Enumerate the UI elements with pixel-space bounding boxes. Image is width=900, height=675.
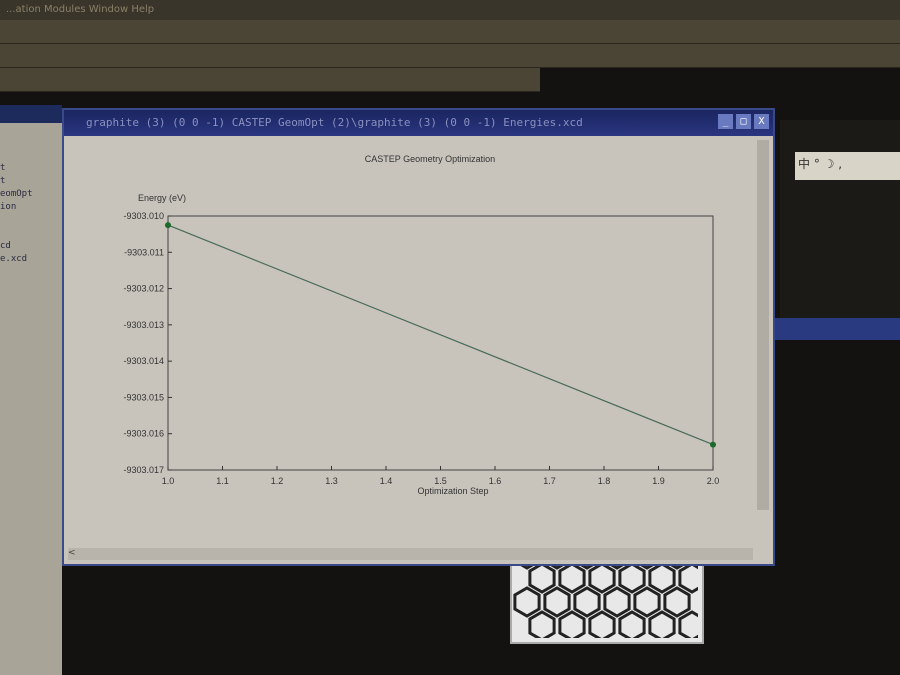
hexagon — [678, 610, 706, 642]
project-tree-item[interactable]: t — [0, 176, 62, 189]
y-tick-label: -9303.015 — [123, 392, 164, 402]
project-panel-header — [0, 105, 62, 123]
energy-line — [167, 224, 714, 446]
background-window-titlebar[interactable] — [775, 318, 900, 340]
x-tick-label: 1.4 — [380, 476, 393, 486]
y-axis-label: Energy (eV) — [138, 193, 186, 203]
right-panel — [780, 120, 900, 320]
hexagon — [573, 586, 601, 618]
data-point — [710, 441, 716, 448]
y-tick-label: -9303.011 — [124, 247, 164, 257]
maximize-button[interactable]: □ — [736, 114, 751, 129]
scroll-left-arrow[interactable]: < — [68, 548, 76, 558]
x-tick-label: 1.5 — [434, 476, 447, 486]
hexagon — [633, 586, 661, 618]
hexagon — [648, 562, 676, 594]
hexagon — [648, 610, 676, 642]
y-tick-label: -9303.016 — [123, 429, 164, 439]
x-tick-label: 1.0 — [162, 476, 175, 486]
horizontal-scrollbar[interactable]: < — [68, 548, 753, 560]
chart-title: CASTEP Geometry Optimization — [365, 154, 495, 164]
hexagon — [618, 610, 646, 642]
project-tree-item[interactable] — [0, 228, 62, 241]
project-tree-item[interactable]: e.xcd — [0, 254, 62, 267]
toolbar-3[interactable] — [0, 68, 540, 92]
x-tick-label: 1.9 — [652, 476, 665, 486]
toolbar-2[interactable] — [0, 44, 900, 68]
x-tick-label: 1.3 — [325, 476, 338, 486]
window-titlebar[interactable]: graphite (3) (0 0 -1) CASTEP GeomOpt (2)… — [64, 110, 773, 136]
x-tick-label: 2.0 — [707, 476, 720, 486]
plot-frame — [167, 215, 714, 471]
vertical-scrollbar[interactable] — [757, 140, 769, 510]
project-panel: t t eomOpt ion cd e.xcd — [0, 105, 62, 675]
x-tick-label: 1.7 — [543, 476, 556, 486]
project-tree-item[interactable]: ion — [0, 202, 62, 215]
y-tick-label: -9303.012 — [123, 284, 164, 294]
hexagon — [588, 562, 616, 594]
menu-bar[interactable]: ...ation Modules Window Help — [0, 0, 900, 20]
hexagon — [588, 610, 616, 642]
y-tick-label: -9303.014 — [123, 356, 164, 366]
project-tree-item[interactable] — [0, 215, 62, 228]
x-tick-label: 1.8 — [598, 476, 611, 486]
x-tick-label: 1.1 — [216, 476, 229, 486]
x-tick-label: 1.6 — [489, 476, 502, 486]
close-button[interactable]: X — [754, 114, 769, 129]
y-tick-label: -9303.013 — [123, 320, 164, 330]
hexagon — [558, 610, 586, 642]
y-tick-label: -9303.017 — [123, 465, 164, 475]
x-tick-label: 1.2 — [271, 476, 284, 486]
minimize-button[interactable]: _ — [718, 114, 733, 129]
x-axis-label: Optimization Step — [417, 486, 488, 496]
toolbar-1[interactable] — [0, 20, 900, 44]
hexagon — [618, 562, 646, 594]
hexagon — [543, 586, 571, 618]
hexagon — [558, 562, 586, 594]
energy-chart: CASTEP Geometry Optimization Energy (eV)… — [123, 154, 720, 496]
data-point — [165, 222, 171, 229]
window-title: graphite (3) (0 0 -1) CASTEP GeomOpt (2)… — [86, 116, 583, 129]
hexagon — [528, 562, 556, 594]
hexagon — [663, 586, 691, 618]
hexagon — [528, 610, 556, 642]
chart-window: graphite (3) (0 0 -1) CASTEP GeomOpt (2)… — [62, 108, 775, 566]
project-tree-item[interactable]: cd — [0, 241, 62, 254]
hexagon — [678, 562, 706, 594]
ime-toolbar[interactable]: 中 ° ☽ , — [795, 152, 900, 180]
hexagon — [603, 586, 631, 618]
project-tree-item[interactable]: eomOpt — [0, 189, 62, 202]
hexagon — [513, 586, 541, 618]
y-tick-label: -9303.010 — [123, 211, 164, 221]
project-tree-item[interactable]: t — [0, 163, 62, 176]
